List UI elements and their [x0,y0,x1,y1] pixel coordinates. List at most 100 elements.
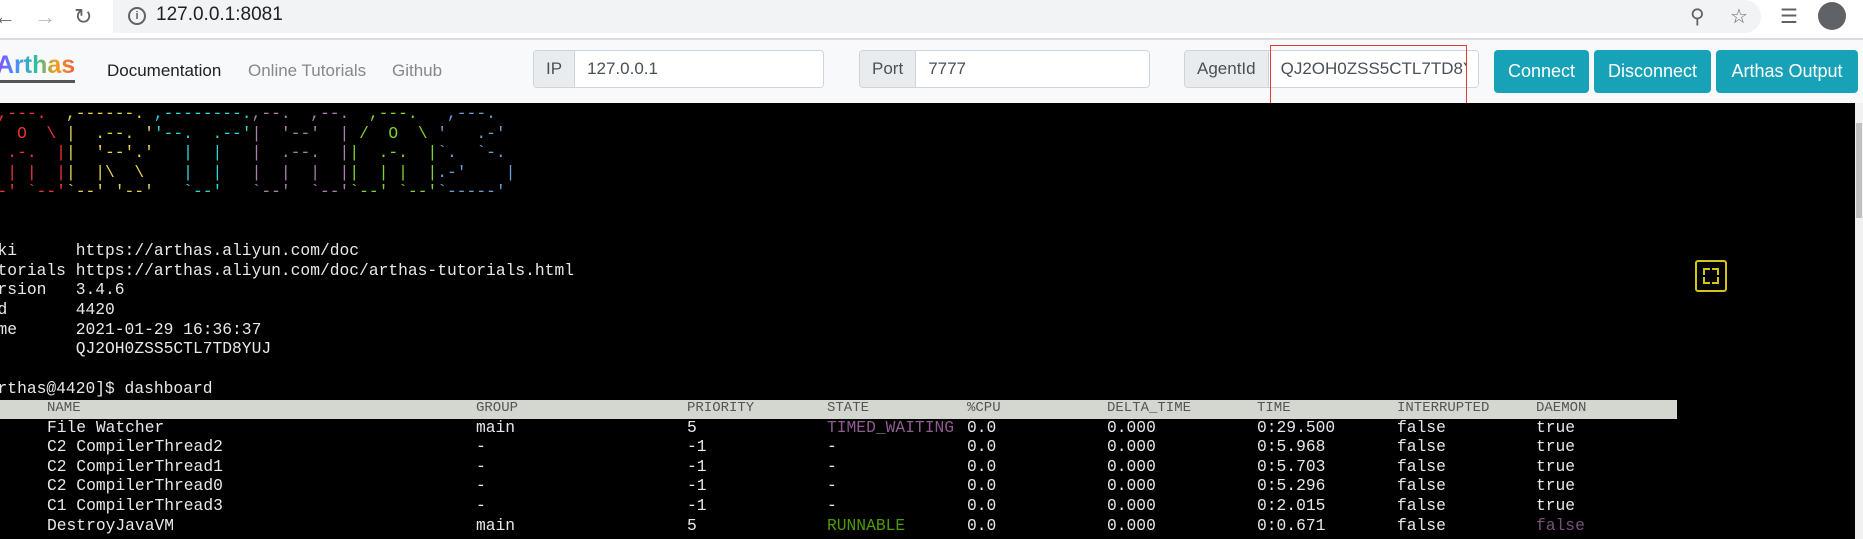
browser-toolbar: ← → ↻ i 127.0.0.1:8081 ⚲ ☆ ☰ [0,0,1863,40]
info-line: tutorials https://arthas.aliyun.com/doc/… [0,260,574,280]
banner-letter: / O \ [17,123,57,143]
banner-letter: ,--. ,--. [251,104,350,123]
table-cell: - [476,437,486,457]
nav-github[interactable]: Github [392,61,442,81]
port-input[interactable] [916,51,1149,87]
banner-letter: ,---. [0,104,47,123]
info-line: time 2021-01-29 16:36:37 [0,319,262,339]
media-icon[interactable]: ☰ [1780,4,1798,29]
table-cell: false [1397,437,1446,457]
table-cell: 0:0.671 [1257,515,1326,535]
column-header: INTERRUPTED [1397,400,1490,416]
table-cell: 0:29.500 [1257,417,1336,437]
banner-letter: | |\ \ [65,162,154,182]
table-cell: 5 [687,417,697,437]
table-cell: 5 [687,515,697,535]
agentid-label: AgentId [1185,51,1269,87]
column-header: %CPU [967,400,1001,416]
banner-letter: | '--' | [251,123,350,143]
table-cell: 0:5.703 [1257,456,1326,476]
table-cell: 0.000 [1107,496,1156,515]
table-cell: false [1397,476,1446,496]
table-cell: 0.000 [1107,437,1156,457]
prompt-line: [arthas@4420]$ dashboard [0,379,213,398]
table-cell: 0.000 [1107,456,1156,476]
column-header: GROUP [476,400,519,416]
table-cell: false [1397,456,1446,476]
column-header: DELTA_TIME [1107,400,1192,416]
table-cell: 0:5.968 [1257,437,1326,457]
arthas-logo[interactable]: Arthas [0,50,76,83]
banner-letter: `--' `--' [349,182,438,202]
table-cell: -1 [687,456,707,476]
column-header: NAME [47,400,81,416]
table-cell: 0.0 [967,515,997,535]
disconnect-button[interactable]: Disconnect [1594,50,1711,93]
table-cell: C2 CompilerThread1 [47,456,223,476]
table-cell: -1 [687,496,707,515]
navbar: Arthas Documentation Online Tutorials Gi… [0,40,1863,103]
table-cell: 0.0 [967,496,997,515]
info-line: pid 4420 [0,300,115,319]
table-cell: 0.000 [1107,515,1156,535]
table-cell: false [1397,496,1446,515]
ip-label: IP [534,51,576,87]
table-cell: - [476,476,486,496]
terminal-scrollbar[interactable] [1855,103,1863,539]
banner-line: / O \ | .--. ''--. .--'| '--' | / O \ ' … [0,124,506,144]
forward-icon[interactable]: → [34,4,56,30]
table-cell: true [1536,496,1576,515]
table-cell: true [1536,417,1576,437]
table-cell: - [476,496,486,515]
banner-letter: `--' [153,182,252,202]
agentid-group: AgentId [1184,50,1479,88]
table-cell: true [1536,437,1576,457]
scrollbar-thumb[interactable] [1856,123,1862,218]
back-icon[interactable]: ← [0,4,16,30]
ip-input[interactable] [575,51,823,87]
table-cell: main [476,515,516,535]
table-cell: C2 CompilerThread0 [47,476,223,496]
banner-letter: ,------. [65,104,154,123]
banner-line: ,---. ,------. ,--------.,--. ,--. ,---.… [0,104,496,124]
banner-line: | | | || |\ \ | | | | | || | | |.-' | [0,163,515,183]
info-icon[interactable]: i [128,7,146,25]
connect-button[interactable]: Connect [1494,50,1589,93]
reload-icon[interactable]: ↻ [74,4,92,30]
fullscreen-icon[interactable] [1695,260,1727,292]
banner-letter: ,---. [437,104,496,123]
profile-icon[interactable] [1818,2,1846,30]
agentid-input[interactable] [1268,51,1478,87]
url-text: 127.0.0.1:8081 [156,4,283,25]
banner-letter: | | | | [7,162,66,182]
banner-letter: ,---. [349,104,438,123]
table-cell: RUNNABLE [827,515,906,535]
table-cell: false [1397,417,1446,437]
nav-online-tutorials[interactable]: Online Tutorials [248,61,366,81]
table-cell: File Watcher [47,417,165,437]
port-group: Port [859,50,1150,88]
table-cell: false [1397,515,1446,535]
table-cell: 0.0 [967,417,997,437]
banner-letter: `--' '--' [65,182,154,202]
nav-documentation[interactable]: Documentation [107,61,221,81]
banner-letter: | '--'.' [65,143,154,163]
banner-letter: | | [153,162,252,182]
banner-line: | .-. || '--'.' | | | .--. || .-. |`. `-… [0,143,505,163]
table-cell: 0.0 [967,476,997,496]
banner-letter: `-----' [437,182,506,202]
arthas-output-button[interactable]: Arthas Output [1716,50,1858,93]
star-icon[interactable]: ☆ [1730,4,1748,29]
port-label: Port [860,51,917,87]
column-header: TIME [1257,400,1291,416]
banner-letter: | .-. | [349,143,438,163]
banner-letter: `--' `--' [251,182,350,202]
terminal[interactable]: ,---. ,------. ,--------.,--. ,--. ,---.… [0,103,1855,539]
address-bar[interactable]: i 127.0.0.1:8081 [113,0,1761,33]
table-cell: -1 [687,476,707,496]
banner-line: `--' `--'`--' '--' `--' `--' `--'`--' `-… [0,182,506,202]
table-cell: true [1536,456,1576,476]
banner-letter: '--. .--' [153,123,252,143]
column-header: STATE [827,400,870,416]
zoom-out-icon[interactable]: ⚲ [1690,4,1705,29]
